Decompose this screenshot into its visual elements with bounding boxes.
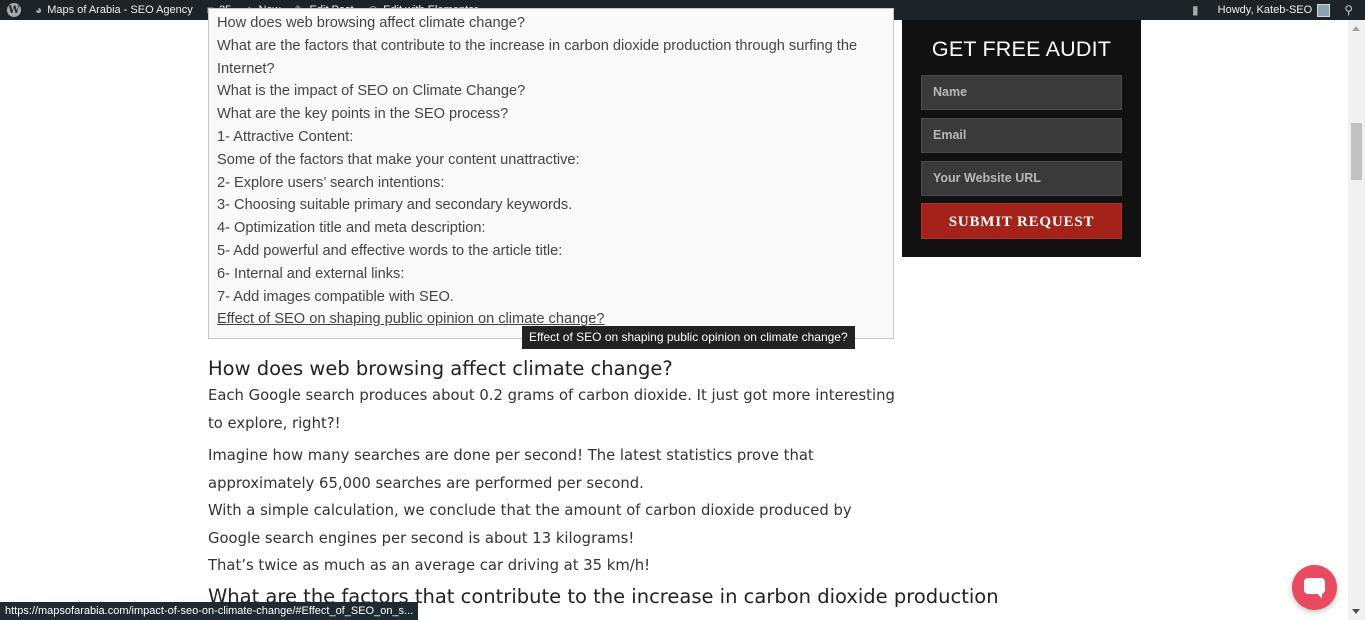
email-field[interactable]: Email xyxy=(921,118,1122,153)
toc-item[interactable]: Some of the factors that make your conte… xyxy=(217,149,885,172)
paragraph: That’s twice as much as an average car d… xyxy=(208,557,651,574)
audit-title: GET FREE AUDIT xyxy=(931,37,1112,61)
toc-list: How does web browsing affect climate cha… xyxy=(217,12,885,331)
paragraph: Each Google search produces about 0.2 gr… xyxy=(208,387,895,432)
name-field[interactable]: Name xyxy=(921,75,1122,110)
my-account-menu[interactable]: Howdy, Kateb-SEO xyxy=(1211,0,1338,20)
table-of-contents: How does web browsing affect climate cha… xyxy=(208,8,894,339)
scrollbar-thumb[interactable] xyxy=(1351,123,1362,180)
admin-search[interactable]: ⚲ xyxy=(1337,0,1365,20)
site-name-menu[interactable]: ◕ Maps of Arabia - SEO Agency xyxy=(28,0,200,20)
link-tooltip: Effect of SEO on shaping public opinion … xyxy=(522,326,855,349)
toc-item[interactable]: 4- Optimization title and meta descripti… xyxy=(217,217,885,240)
dashboard-icon: ◕ xyxy=(35,3,43,17)
notifications-menu[interactable]: ▮ xyxy=(1185,0,1211,20)
scroll-down-arrow-icon[interactable] xyxy=(1352,609,1360,614)
page-scrollbar[interactable] xyxy=(1348,20,1365,620)
link-status-bar: https://mapsofarabia.com/impact-of-seo-o… xyxy=(0,602,419,620)
toc-item[interactable]: 7- Add images compatible with SEO. xyxy=(217,286,885,309)
toc-item[interactable]: 3- Choosing suitable primary and seconda… xyxy=(217,194,885,217)
toc-item[interactable]: What are the key points in the SEO proce… xyxy=(217,103,885,126)
chat-bubble-icon xyxy=(1304,578,1325,599)
paragraph: Imagine how many searches are done per s… xyxy=(208,447,814,492)
toc-item[interactable]: 1- Attractive Content: xyxy=(217,126,885,149)
toc-item[interactable]: What are the factors that contribute to … xyxy=(217,35,885,81)
notification-icon: ▮ xyxy=(1192,3,1199,17)
section-heading: How does web browsing affect climate cha… xyxy=(208,357,673,380)
avatar xyxy=(1317,3,1331,17)
howdy-label: Howdy, Kateb-SEO xyxy=(1217,4,1313,16)
free-audit-widget: GET FREE AUDIT Name Email Your Website U… xyxy=(902,20,1141,257)
toc-item[interactable]: 2- Explore users’ search intentions: xyxy=(217,172,885,195)
wp-logo-menu[interactable]: W xyxy=(0,0,28,20)
website-url-field[interactable]: Your Website URL xyxy=(921,161,1122,196)
site-name-label: Maps of Arabia - SEO Agency xyxy=(47,4,193,16)
toc-item[interactable]: 5- Add powerful and effective words to t… xyxy=(217,240,885,263)
toc-item[interactable]: What is the impact of SEO on Climate Cha… xyxy=(217,80,885,103)
scroll-up-arrow-icon[interactable] xyxy=(1352,26,1360,31)
chat-button[interactable] xyxy=(1292,565,1337,610)
article-content: How does web browsing affect climate cha… xyxy=(208,355,999,610)
toc-item[interactable]: How does web browsing affect climate cha… xyxy=(217,12,885,35)
submit-request-button[interactable]: SUBMIT REQUEST xyxy=(921,203,1122,239)
toc-item[interactable]: 6- Internal and external links: xyxy=(217,263,885,286)
search-icon: ⚲ xyxy=(1344,3,1353,17)
paragraph: With a simple calculation, we conclude t… xyxy=(208,502,852,547)
wordpress-logo-icon: W xyxy=(7,3,21,17)
